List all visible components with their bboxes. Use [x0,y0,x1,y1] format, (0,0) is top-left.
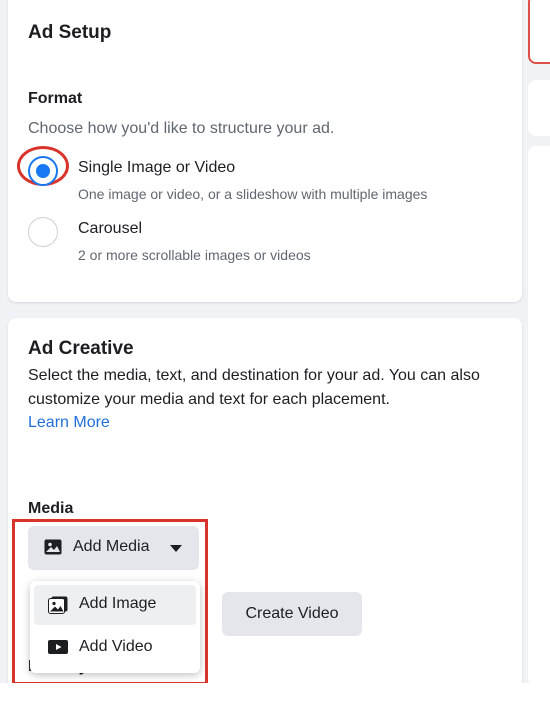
image-icon [48,596,68,614]
right-panel-card-2 [528,80,550,136]
radio-single-image-or-video[interactable]: Single Image or Video One image or video… [17,146,498,202]
ad-setup-title: Ad Setup [28,22,112,43]
format-label: Format [28,90,83,107]
right-panel-card-3 [528,146,550,686]
right-column [528,0,550,711]
radio-button-unchecked[interactable] [28,217,58,247]
radio-title: Single Image or Video [78,159,236,176]
create-video-button[interactable]: Create Video [222,592,362,636]
ad-setup-card: Ad Setup Format Choose how you'd like to… [8,0,522,302]
menu-item-add-image[interactable]: Add Image [34,585,196,625]
menu-item-label: Add Image [79,595,157,612]
menu-item-label: Add Video [79,638,153,655]
radio-subtitle: 2 or more scrollable images or videos [78,247,311,263]
menu-item-add-video[interactable]: Add Video [34,628,196,668]
video-icon [48,640,68,654]
format-description: Choose how you'd like to structure your … [28,120,335,137]
chevron-down-icon [170,545,182,552]
image-icon [44,539,62,555]
add-media-button[interactable]: Add Media [28,526,199,570]
radio-carousel[interactable]: Carousel 2 or more scrollable images or … [28,217,498,263]
ad-creative-description: Select the media, text, and destination … [28,367,480,408]
learn-more-link[interactable]: Learn More [28,414,110,432]
add-media-dropdown: Add Image Add Video [30,581,200,673]
radio-title: Carousel [78,220,143,237]
bottom-strip [0,683,550,711]
media-label: Media [28,500,74,517]
ad-creative-title: Ad Creative [28,338,134,359]
radio-button-checked[interactable] [28,156,58,186]
radio-subtitle: One image or video, or a slideshow with … [78,186,428,202]
add-media-label: Add Media [73,538,150,555]
right-panel-card-1 [528,0,550,64]
